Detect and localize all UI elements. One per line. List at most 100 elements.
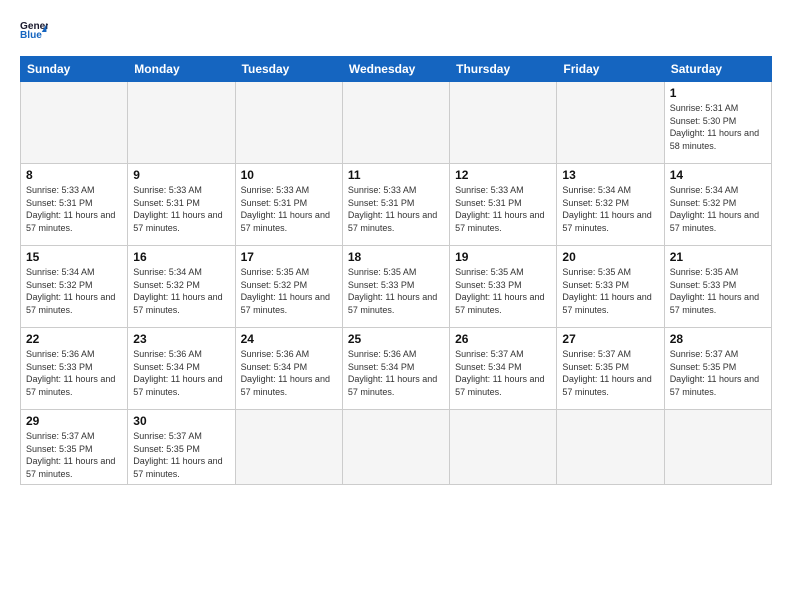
- calendar-cell: 9 Sunrise: 5:33 AMSunset: 5:31 PMDaylight…: [128, 164, 235, 246]
- cell-info: Sunrise: 5:36 AMSunset: 5:33 PMDaylight:…: [26, 348, 122, 398]
- calendar-cell: 25Sunrise: 5:36 AMSunset: 5:34 PMDayligh…: [342, 328, 449, 410]
- day-number: 22: [26, 332, 122, 346]
- cell-info: Sunrise: 5:35 AMSunset: 5:33 PMDaylight:…: [455, 266, 551, 316]
- calendar-cell: 1 Sunrise: 5:31 AMSunset: 5:30 PMDaylight…: [664, 82, 771, 164]
- calendar-cell: 19 Sunrise: 5:35 AMSunset: 5:33 PMDayligh…: [450, 246, 557, 328]
- calendar-cell: 28 Sunrise: 5:37 AMSunset: 5:35 PMDayligh…: [664, 328, 771, 410]
- day-number: 1: [670, 86, 766, 100]
- day-number: 30: [133, 414, 229, 428]
- cell-info: Sunrise: 5:37 AMSunset: 5:35 PMDaylight:…: [562, 348, 658, 398]
- calendar-cell: 22 Sunrise: 5:36 AMSunset: 5:33 PMDayligh…: [21, 328, 128, 410]
- calendar-cell: [664, 410, 771, 485]
- day-number: 23: [133, 332, 229, 346]
- cell-info: Sunrise: 5:33 AMSunset: 5:31 PMDaylight:…: [241, 184, 337, 234]
- calendar-cell: 29 Sunrise: 5:37 AMSunset: 5:35 PMDayligh…: [21, 410, 128, 485]
- calendar-cell: [342, 410, 449, 485]
- header: General Blue: [20, 18, 772, 46]
- calendar-cell: 30 Sunrise: 5:37 AMSunset: 5:35 PMDayligh…: [128, 410, 235, 485]
- cell-info: Sunrise: 5:37 AMSunset: 5:34 PMDaylight:…: [455, 348, 551, 398]
- calendar-cell: [557, 410, 664, 485]
- calendar-cell: [450, 82, 557, 164]
- calendar-cell: [235, 410, 342, 485]
- day-number: 17: [241, 250, 337, 264]
- day-number: 28: [670, 332, 766, 346]
- cell-info: Sunrise: 5:31 AMSunset: 5:30 PMDaylight:…: [670, 102, 766, 152]
- calendar-cell: 15 Sunrise: 5:34 AMSunset: 5:32 PMDayligh…: [21, 246, 128, 328]
- calendar-cell: 27 Sunrise: 5:37 AMSunset: 5:35 PMDayligh…: [557, 328, 664, 410]
- calendar-header-row: SundayMondayTuesdayWednesdayThursdayFrid…: [21, 57, 772, 82]
- calendar-cell: [128, 82, 235, 164]
- calendar-cell: 17 Sunrise: 5:35 AMSunset: 5:32 PMDayligh…: [235, 246, 342, 328]
- cell-info: Sunrise: 5:34 AMSunset: 5:32 PMDaylight:…: [562, 184, 658, 234]
- calendar-cell: 13 Sunrise: 5:34 AMSunset: 5:32 PMDayligh…: [557, 164, 664, 246]
- day-number: 12: [455, 168, 551, 182]
- cell-info: Sunrise: 5:37 AMSunset: 5:35 PMDaylight:…: [133, 430, 229, 480]
- cell-info: Sunrise: 5:37 AMSunset: 5:35 PMDaylight:…: [26, 430, 122, 480]
- cell-info: Sunrise: 5:36 AMSunset: 5:34 PMDaylight:…: [133, 348, 229, 398]
- day-number: 8: [26, 168, 122, 182]
- calendar-cell: 11 Sunrise: 5:33 AMSunset: 5:31 PMDayligh…: [342, 164, 449, 246]
- col-header-tuesday: Tuesday: [235, 57, 342, 82]
- day-number: 15: [26, 250, 122, 264]
- day-number: 21: [670, 250, 766, 264]
- calendar-cell: 21 Sunrise: 5:35 AMSunset: 5:33 PMDayligh…: [664, 246, 771, 328]
- calendar-week-row: 1 Sunrise: 5:31 AMSunset: 5:30 PMDaylight…: [21, 82, 772, 164]
- calendar-cell: 12 Sunrise: 5:33 AMSunset: 5:31 PMDayligh…: [450, 164, 557, 246]
- day-number: 19: [455, 250, 551, 264]
- day-number: 18: [348, 250, 444, 264]
- svg-text:Blue: Blue: [20, 30, 42, 41]
- calendar-cell: 16 Sunrise: 5:34 AMSunset: 5:32 PMDayligh…: [128, 246, 235, 328]
- day-number: 16: [133, 250, 229, 264]
- cell-info: Sunrise: 5:33 AMSunset: 5:31 PMDaylight:…: [455, 184, 551, 234]
- day-number: 10: [241, 168, 337, 182]
- cell-info: Sunrise: 5:35 AMSunset: 5:33 PMDaylight:…: [670, 266, 766, 316]
- day-number: 14: [670, 168, 766, 182]
- cell-info: Sunrise: 5:33 AMSunset: 5:31 PMDaylight:…: [348, 184, 444, 234]
- calendar-cell: 18Sunrise: 5:35 AMSunset: 5:33 PMDayligh…: [342, 246, 449, 328]
- calendar-cell: 10 Sunrise: 5:33 AMSunset: 5:31 PMDayligh…: [235, 164, 342, 246]
- cell-info: Sunrise: 5:34 AMSunset: 5:32 PMDaylight:…: [670, 184, 766, 234]
- cell-info: Sunrise: 5:34 AMSunset: 5:32 PMDaylight:…: [26, 266, 122, 316]
- day-number: 13: [562, 168, 658, 182]
- cell-info: Sunrise: 5:36 AMSunset: 5:34 PMDaylight:…: [348, 348, 444, 398]
- day-number: 24: [241, 332, 337, 346]
- calendar-cell: 23 Sunrise: 5:36 AMSunset: 5:34 PMDayligh…: [128, 328, 235, 410]
- col-header-saturday: Saturday: [664, 57, 771, 82]
- col-header-monday: Monday: [128, 57, 235, 82]
- col-header-friday: Friday: [557, 57, 664, 82]
- calendar-cell: 20 Sunrise: 5:35 AMSunset: 5:33 PMDayligh…: [557, 246, 664, 328]
- col-header-sunday: Sunday: [21, 57, 128, 82]
- day-number: 20: [562, 250, 658, 264]
- cell-info: Sunrise: 5:36 AMSunset: 5:34 PMDaylight:…: [241, 348, 337, 398]
- calendar-week-row: 8 Sunrise: 5:33 AMSunset: 5:31 PMDaylight…: [21, 164, 772, 246]
- cell-info: Sunrise: 5:33 AMSunset: 5:31 PMDaylight:…: [26, 184, 122, 234]
- page: General Blue SundayMondayTuesdayWednesda…: [0, 0, 792, 612]
- calendar-cell: [235, 82, 342, 164]
- logo: General Blue: [20, 18, 48, 46]
- calendar-week-row: 22 Sunrise: 5:36 AMSunset: 5:33 PMDayligh…: [21, 328, 772, 410]
- cell-info: Sunrise: 5:35 AMSunset: 5:32 PMDaylight:…: [241, 266, 337, 316]
- calendar-cell: 24 Sunrise: 5:36 AMSunset: 5:34 PMDayligh…: [235, 328, 342, 410]
- calendar-cell: [342, 82, 449, 164]
- cell-info: Sunrise: 5:35 AMSunset: 5:33 PMDaylight:…: [562, 266, 658, 316]
- day-number: 11: [348, 168, 444, 182]
- cell-info: Sunrise: 5:34 AMSunset: 5:32 PMDaylight:…: [133, 266, 229, 316]
- calendar-cell: [450, 410, 557, 485]
- calendar-week-row: 15 Sunrise: 5:34 AMSunset: 5:32 PMDayligh…: [21, 246, 772, 328]
- col-header-thursday: Thursday: [450, 57, 557, 82]
- day-number: 29: [26, 414, 122, 428]
- logo-icon: General Blue: [20, 18, 48, 46]
- calendar-week-row: 29 Sunrise: 5:37 AMSunset: 5:35 PMDayligh…: [21, 410, 772, 485]
- cell-info: Sunrise: 5:37 AMSunset: 5:35 PMDaylight:…: [670, 348, 766, 398]
- col-header-wednesday: Wednesday: [342, 57, 449, 82]
- calendar-cell: 26 Sunrise: 5:37 AMSunset: 5:34 PMDayligh…: [450, 328, 557, 410]
- calendar-table: SundayMondayTuesdayWednesdayThursdayFrid…: [20, 56, 772, 485]
- calendar-cell: [557, 82, 664, 164]
- calendar-cell: 8 Sunrise: 5:33 AMSunset: 5:31 PMDaylight…: [21, 164, 128, 246]
- day-number: 9: [133, 168, 229, 182]
- calendar-cell: 14 Sunrise: 5:34 AMSunset: 5:32 PMDayligh…: [664, 164, 771, 246]
- day-number: 27: [562, 332, 658, 346]
- calendar-cell: [21, 82, 128, 164]
- day-number: 26: [455, 332, 551, 346]
- cell-info: Sunrise: 5:33 AMSunset: 5:31 PMDaylight:…: [133, 184, 229, 234]
